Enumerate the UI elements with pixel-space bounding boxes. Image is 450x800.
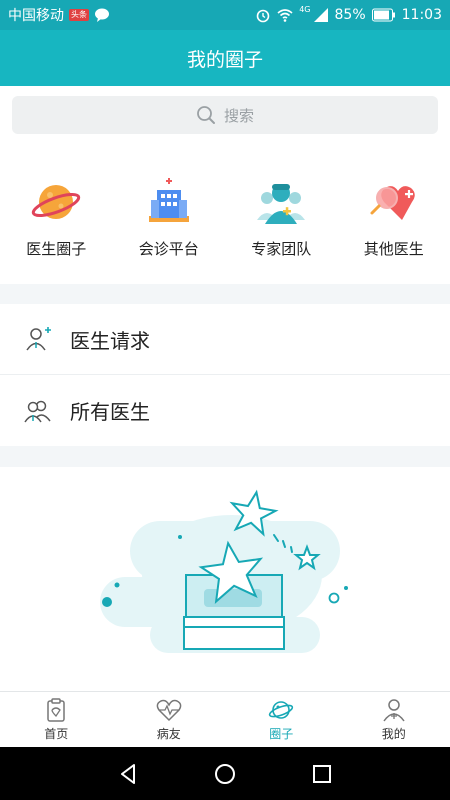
category-label: 专家团队 [251,240,312,258]
list-label: 医生请求 [70,328,150,353]
nav-tab-home[interactable]: 首页 [0,692,113,747]
battery-percent: 85% [334,7,366,23]
home-clipboard-icon [47,698,65,722]
page-title: 我的圈子 [186,48,263,71]
search-placeholder: 搜索 [223,106,254,125]
profile-icon [383,699,405,722]
nav-tab-circle[interactable]: 圈子 [225,692,338,747]
system-nav-bar [0,747,450,800]
search-section: 搜索 [0,86,450,148]
carrier-label: 中国移动 [8,8,64,24]
nav-label: 我的 [381,727,406,741]
list-item-doctor-requests[interactable]: 医生请求 [0,304,450,375]
nav-label: 首页 [44,727,69,741]
doctor-list: 医生请求 所有医生 [0,304,450,446]
category-other-doctors[interactable]: 其他医生 [338,148,450,284]
list-label: 所有医生 [70,400,150,424]
network-type: 4G [299,4,311,14]
empty-state-illustration [0,467,450,691]
heart-pulse-icon [156,699,182,722]
nav-label: 病友 [156,727,181,741]
category-doctor-circle[interactable]: 医生圈子 [0,148,113,284]
planet-icon [32,185,81,219]
heart-search-icon [370,186,415,220]
list-item-all-doctors[interactable]: 所有医生 [0,375,450,446]
doctors-group-icon [24,400,51,422]
empty-box-illustration [100,489,348,653]
category-label: 其他医生 [363,240,424,258]
category-label: 医生圈子 [26,240,87,258]
category-label: 会诊平台 [138,240,199,258]
recent-apps-icon[interactable] [310,762,334,786]
chat-icon [95,8,109,22]
category-consultation[interactable]: 会诊平台 [113,148,226,284]
category-grid: 医生圈子 会诊平台 专家团队 其他医生 [0,148,450,284]
home-icon[interactable] [213,762,237,786]
battery-icon [371,8,395,22]
signal-icon [313,8,328,22]
wifi-icon [277,9,293,22]
bottom-nav: 首页 病友 圈子 我的 [0,691,450,747]
nav-label: 圈子 [269,727,294,741]
clock: 11:03 [401,7,442,23]
hospital-building-icon [148,178,189,222]
alarm-icon [256,9,270,23]
search-icon [197,106,215,124]
search-input[interactable]: 搜索 [12,96,438,134]
news-badge: 头条 [69,9,89,21]
planet-icon [269,701,294,719]
back-icon[interactable] [116,762,140,786]
app-header: 我的圈子 [0,30,450,86]
doctor-team-icon [257,184,306,224]
nav-tab-profile[interactable]: 我的 [338,692,450,747]
add-doctor-icon [26,327,51,351]
category-expert-team[interactable]: 专家团队 [225,148,338,284]
nav-tab-patients[interactable]: 病友 [113,692,226,747]
status-bar: 中国移动 头条 4G 85% 11:03 [0,0,450,30]
